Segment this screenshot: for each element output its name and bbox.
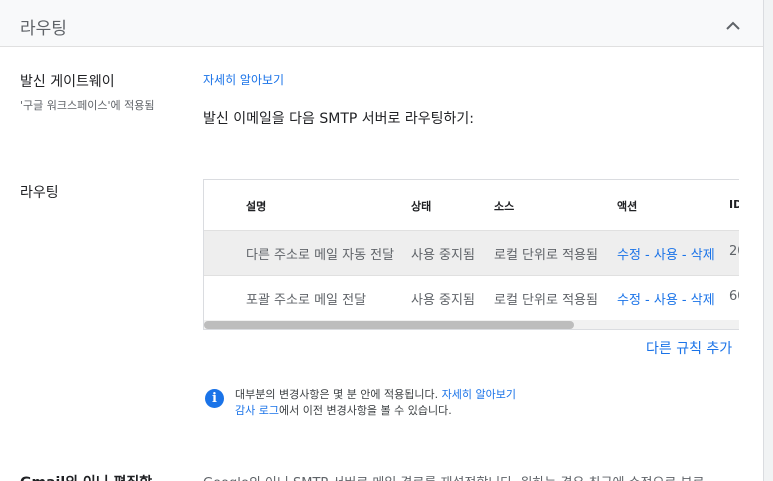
outbound-gateway-title: 발신 게이트웨이	[20, 74, 115, 90]
chevron-up-icon[interactable]	[724, 16, 742, 34]
rule-description: 포괄 주소로 메일 전달	[246, 293, 367, 308]
rule-source: 로컬 단위로 적용됨	[494, 293, 598, 308]
routing-settings-card: 라우팅 발신 게이트웨이 '구글 워크스페이스'에 적용됨 자세히 알아보기 발…	[0, 0, 764, 481]
scrollbar-thumb[interactable]	[204, 321, 574, 329]
info-icon: i	[205, 389, 224, 408]
column-header-description[interactable]: 설명	[246, 198, 266, 214]
rule-status: 사용 중지됨	[411, 248, 475, 263]
info-text: 에서 이전 변경사항을 볼 수 있습니다.	[278, 404, 452, 417]
rule-actions[interactable]: 수정 - 사용 - 삭제	[617, 289, 715, 308]
table-row[interactable]: 다른 주소로 메일 자동 전달 사용 중지됨 로컬 단위로 적용됨 수정 - 사…	[204, 230, 739, 275]
section-title: 라우팅	[20, 19, 67, 39]
rule-status: 사용 중지됨	[411, 293, 475, 308]
rule-actions[interactable]: 수정 - 사용 - 삭제	[617, 244, 715, 263]
info-learn-more-link[interactable]: 자세히 알아보기	[442, 388, 516, 401]
column-header-action: 액션	[617, 200, 638, 213]
rule-id: 60	[729, 289, 739, 304]
info-line-1: 대부분의 변경사항은 몇 분 안에 적용됩니다. 자세히 알아보기	[235, 386, 516, 402]
rule-source: 로컬 단위로 적용됨	[494, 248, 598, 263]
horizontal-scrollbar[interactable]	[204, 320, 739, 329]
info-text: 대부분의 변경사항은 몇 분 안에 적용됩니다.	[235, 388, 439, 401]
outbound-gateway-scope: '구글 워크스페이스'에 적용됨	[20, 99, 155, 112]
add-rule-button[interactable]: 다른 규칙 추가	[646, 338, 732, 358]
column-header-status[interactable]: 상태	[411, 198, 431, 214]
column-header-id[interactable]: ID	[729, 198, 739, 211]
table-header: 설명 상태 소스 액션 ID	[204, 180, 739, 230]
section-header[interactable]: 라우팅	[0, 0, 763, 47]
column-header-source[interactable]: 소스	[494, 198, 514, 214]
next-section-description: Google의 이니 SMTP 서버로 메일 경로를 재설정합니다. 원하는 경…	[203, 472, 704, 481]
rule-description: 다른 주소로 메일 자동 전달	[246, 248, 395, 263]
learn-more-link[interactable]: 자세히 알아보기	[203, 71, 284, 88]
smtp-routing-label: 발신 이메일을 다음 SMTP 서버로 라우팅하기:	[203, 111, 475, 127]
routing-title: 라우팅	[20, 185, 59, 201]
next-section-title: Gmail의 이니 편집함	[20, 472, 152, 481]
rule-id: 20	[729, 244, 739, 259]
routing-rules-table: 설명 상태 소스 액션 ID 다른 주소로 메일 자동 전달 사용 중지됨 로컬…	[203, 179, 739, 330]
audit-log-link[interactable]: 감사 로그	[235, 404, 279, 417]
table-row[interactable]: 포괄 주소로 메일 전달 사용 중지됨 로컬 단위로 적용됨 수정 - 사용 -…	[204, 275, 739, 320]
info-line-2: 감사 로그에서 이전 변경사항을 볼 수 있습니다.	[235, 402, 452, 418]
